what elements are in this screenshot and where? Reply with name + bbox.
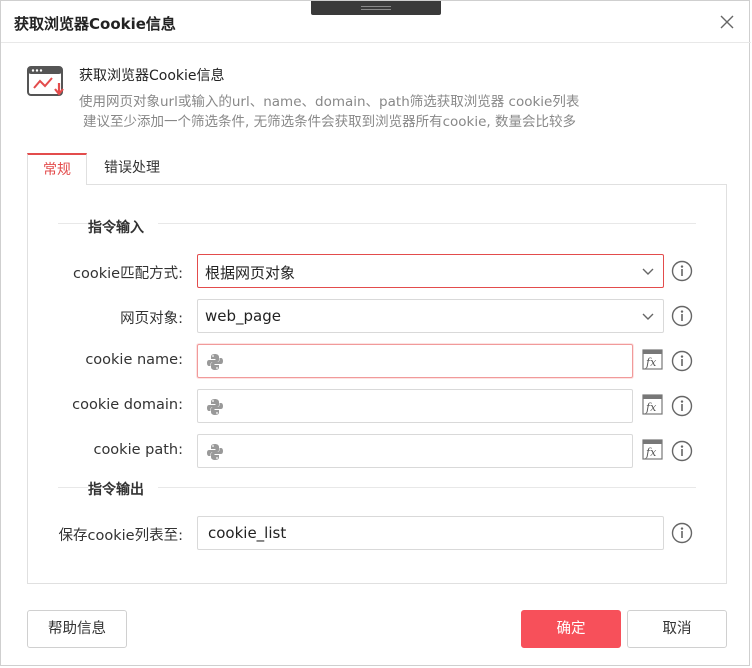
python-icon	[206, 353, 224, 371]
input-section-title: 指令输入	[88, 220, 144, 236]
header-description-line1: 使用网页对象url或输入的url、name、domain、path筛选获取浏览器…	[79, 94, 580, 110]
section-divider	[158, 223, 696, 224]
row-label-cookie-name: cookie name:	[85, 352, 183, 368]
row-label-cookie-path: cookie path:	[93, 442, 183, 458]
header-title: 获取浏览器Cookie信息	[79, 68, 225, 84]
cookie-path-input[interactable]	[197, 434, 633, 468]
select-value: web_page	[205, 307, 281, 325]
section-divider	[58, 487, 88, 488]
select-value: 根据网页对象	[205, 264, 296, 282]
fx-expression-icon[interactable]: fx	[642, 394, 663, 415]
confirm-button[interactable]: 确定	[521, 610, 621, 648]
row-label-cookie-domain: cookie domain:	[72, 397, 183, 413]
info-icon[interactable]	[671, 395, 693, 417]
info-icon[interactable]	[671, 350, 693, 372]
save-cookie-list-input[interactable]: cookie_list	[197, 516, 664, 550]
tab-general[interactable]: 常规	[27, 153, 87, 185]
output-section-title: 指令输出	[88, 482, 144, 498]
info-icon[interactable]	[671, 522, 693, 544]
drag-handle[interactable]	[311, 1, 441, 15]
info-icon[interactable]	[671, 440, 693, 462]
info-icon[interactable]	[671, 260, 693, 282]
row-label-cookie-match-mode: cookie匹配方式:	[73, 266, 183, 282]
help-button[interactable]: 帮助信息	[27, 610, 127, 648]
fx-expression-icon[interactable]: fx	[642, 439, 663, 460]
browser-chart-download-icon	[27, 65, 67, 101]
dialog-window: 获取浏览器Cookie信息 获取浏览器Cookie信息 使用网页对象url或输入…	[0, 0, 751, 666]
cookie-match-mode-select[interactable]: 根据网页对象	[197, 254, 664, 288]
cookie-name-input[interactable]	[197, 344, 633, 378]
fx-expression-icon[interactable]: fx	[642, 349, 663, 370]
command-header: 获取浏览器Cookie信息 使用网页对象url或输入的url、name、doma…	[27, 61, 727, 131]
python-icon	[206, 443, 224, 461]
tab-error-handling[interactable]: 错误处理	[87, 153, 177, 184]
chevron-down-icon	[641, 264, 655, 278]
cancel-button[interactable]: 取消	[627, 610, 727, 648]
row-label-save-cookie-list: 保存cookie列表至:	[58, 528, 183, 544]
section-divider	[158, 487, 696, 488]
close-icon[interactable]	[717, 12, 737, 32]
svg-text:fx: fx	[645, 446, 657, 459]
cookie-domain-input[interactable]	[197, 389, 633, 423]
input-value: cookie_list	[208, 524, 287, 542]
svg-text:fx: fx	[645, 401, 657, 414]
info-icon[interactable]	[671, 305, 693, 327]
section-divider	[58, 223, 88, 224]
dialog-title: 获取浏览器Cookie信息	[14, 15, 176, 33]
header-description-line2: 建议至少添加一个筛选条件, 无筛选条件会获取到浏览器所有cookie, 数量会比…	[83, 114, 576, 130]
python-icon	[206, 398, 224, 416]
svg-text:fx: fx	[645, 356, 657, 369]
web-page-object-select[interactable]: web_page	[197, 299, 664, 333]
chevron-down-icon	[641, 309, 655, 323]
row-label-web-page-object: 网页对象:	[120, 311, 183, 327]
